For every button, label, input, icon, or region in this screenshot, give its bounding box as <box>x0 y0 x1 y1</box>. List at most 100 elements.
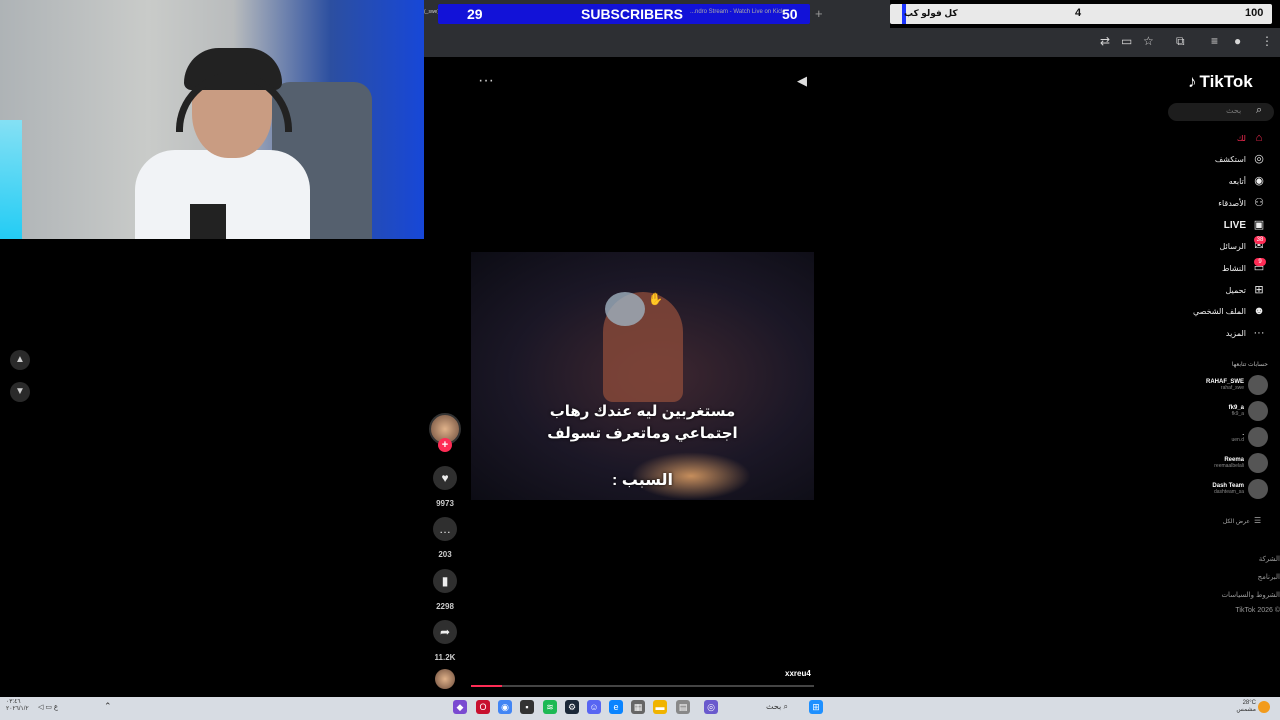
follow-plus-icon[interactable]: + <box>438 438 452 452</box>
start-button-icon[interactable]: ⊞ <box>809 700 823 714</box>
sidebar-item-compass[interactable]: ◎ استكشف <box>1215 152 1266 166</box>
comment-count: 203 <box>438 550 452 559</box>
sidebar-item-friends[interactable]: ⚇ الأصدقاء <box>1218 196 1266 210</box>
previous-video-button[interactable]: ▲ <box>10 350 30 370</box>
browser-menu-icon[interactable]: ⋮ <box>1261 34 1273 48</box>
following-account-avatar <box>1248 427 1268 447</box>
sidebar-item-label: لك <box>1236 133 1246 143</box>
footer-link[interactable]: الشركة <box>1200 555 1280 563</box>
browser-tab-title[interactable]: ...ndro Stream - Watch Live on Kick <box>690 9 784 15</box>
video-caption-line1: مستغربين ليه عندك رهاب <box>549 403 736 420</box>
webcam-feed <box>0 0 424 239</box>
video-caption-line2: اجتماعي وماتعرف تسولف <box>547 425 738 442</box>
spotify-icon[interactable]: ≋ <box>543 700 557 714</box>
following-account[interactable]: Dash Team dashteam_sa <box>1212 479 1268 499</box>
sidebar-item-label: LIVE <box>1223 219 1246 231</box>
following-account-text: RAHAF_SWE rahaf_swe <box>1206 379 1244 391</box>
following-account[interactable]: RAHAF_SWE rahaf_swe <box>1206 375 1268 395</box>
see-all-link[interactable]: عرض الكل <box>1190 518 1250 525</box>
share-count: 11.2K <box>434 653 456 662</box>
video-player[interactable] <box>471 252 814 500</box>
footer-link[interactable]: الشروط والسياسات <box>1200 591 1280 599</box>
video-progress-bar[interactable] <box>471 685 814 687</box>
sidebar-item-home[interactable]: ⌂ لك <box>1237 131 1266 145</box>
profile-icon: ☻ <box>1253 305 1265 317</box>
following-account-handle: reemaalbelali <box>1214 463 1244 469</box>
terminal-icon[interactable]: ▪ <box>520 700 534 714</box>
following-account-avatar <box>1248 401 1268 421</box>
following-account[interactable]: . uen.d <box>1231 427 1268 447</box>
bookmark-star-icon[interactable]: ☆ <box>1143 34 1154 48</box>
sidebar-item-label: أتابعه <box>1228 176 1246 186</box>
save-icon[interactable]: ▮ <box>433 569 457 593</box>
obs-icon[interactable]: ◎ <box>704 700 718 714</box>
profile-avatar-icon[interactable]: ● <box>1234 34 1241 48</box>
video-author[interactable]: xxreu4 <box>785 669 811 678</box>
notification-badge: 38 <box>1254 236 1266 244</box>
chrome-icon[interactable]: ◉ <box>498 700 512 714</box>
steam-icon[interactable]: ⚙ <box>565 700 579 714</box>
notepad-icon[interactable]: ▤ <box>676 700 690 714</box>
extensions-icon[interactable]: ⧉ <box>1176 34 1185 49</box>
follow-goal-label: كل فولو كب <box>904 8 958 18</box>
tab-small-label: (_swe) <box>424 9 440 15</box>
language-indicator[interactable]: ع <box>54 704 58 711</box>
compass-icon: ◎ <box>1254 153 1264 165</box>
search-icon[interactable]: ⌕ <box>1256 104 1262 117</box>
weather-widget[interactable]: 28°C مشمس <box>1232 700 1256 714</box>
upload-icon: ⊞ <box>1254 284 1264 296</box>
following-account[interactable]: fk9_a fk9_a <box>1229 401 1268 421</box>
tiktok-logo-text: TikTok <box>1199 72 1253 91</box>
weather-temp: 28°C <box>1242 700 1256 706</box>
following-account-text: . uen.d <box>1231 431 1244 443</box>
file-explorer-icon[interactable]: ▬ <box>653 700 667 714</box>
mouse-cursor-icon: ✋ <box>648 292 663 306</box>
discord-icon[interactable]: ☺ <box>587 700 601 714</box>
sun-icon[interactable] <box>1258 701 1270 713</box>
next-video-button[interactable]: ▼ <box>10 382 30 402</box>
microphone <box>190 204 226 239</box>
opera-icon[interactable]: O <box>476 700 490 714</box>
calendar-icon[interactable]: ▦ <box>631 700 645 714</box>
follow-goal-bar: كل فولو كب 4 100 <box>890 4 1272 24</box>
following-accounts-title: حسابات تتابعها <box>1231 362 1268 368</box>
cast-icon[interactable]: ▭ <box>1121 34 1132 48</box>
video-caption-line3: السبب : <box>611 472 673 489</box>
list-icon: ☰ <box>1254 516 1262 525</box>
volume-icon[interactable]: ◀ <box>797 73 807 89</box>
system-tray[interactable]: ◁ ▭ ع <box>38 703 58 711</box>
sidebar-item-following[interactable]: ◉ أتابعه <box>1229 174 1266 188</box>
new-tab-icon[interactable]: + <box>815 6 823 21</box>
webcam-light <box>0 120 22 239</box>
following-account[interactable]: Reema reemaalbelali <box>1214 453 1268 473</box>
taskbar-search-label: بحث <box>766 702 782 711</box>
footer-link[interactable]: TikTok 2026 © <box>1200 607 1280 614</box>
sidebar-item-profile[interactable]: ☻ الملف الشخصي <box>1193 304 1266 318</box>
search-placeholder: بحث <box>1226 106 1242 115</box>
sidebar-item-live[interactable]: ▣ LIVE <box>1224 218 1266 232</box>
tray-chevron-icon[interactable]: ⌃ <box>104 701 112 712</box>
sidebar-item-label: الأصدقاء <box>1218 198 1246 208</box>
tiktok-logo[interactable]: ♪ TikTok <box>1188 72 1253 92</box>
taskbar-clock[interactable]: ٠٣:٤٦ ٢٠٢٦/١/٢ <box>6 699 29 713</box>
translate-icon[interactable]: ⇄ <box>1100 34 1110 48</box>
sidebar-item-label: الملف الشخصي <box>1192 306 1246 316</box>
tab-search-icon[interactable]: ≡ <box>1211 34 1218 48</box>
teams-icon[interactable]: ◆ <box>453 700 467 714</box>
sidebar-item-label: تحميل <box>1225 285 1247 295</box>
video-more-icon[interactable]: ··· <box>478 72 494 90</box>
edge-icon[interactable]: e <box>609 700 623 714</box>
sidebar-item-upload[interactable]: ⊞ تحميل <box>1226 283 1267 297</box>
comment-icon[interactable]: … <box>433 517 457 541</box>
footer-link[interactable]: البرنامج <box>1200 573 1280 581</box>
share-icon[interactable]: ➦ <box>433 620 457 644</box>
following-account-handle: fk9_a <box>1231 411 1244 417</box>
sidebar-item-more[interactable]: ··· المزيد <box>1226 326 1266 340</box>
like-icon[interactable]: ♥ <box>433 466 457 490</box>
taskbar-search[interactable]: بحث ⌕ <box>766 702 788 712</box>
sidebar-item-label: استكشف <box>1214 154 1246 164</box>
tiktok-note-icon: ♪ <box>1188 72 1197 91</box>
sound-avatar[interactable] <box>435 669 455 689</box>
following-account-handle: dashteam_sa <box>1213 489 1244 495</box>
subscriber-label: SUBSCRIBERS <box>581 6 683 22</box>
